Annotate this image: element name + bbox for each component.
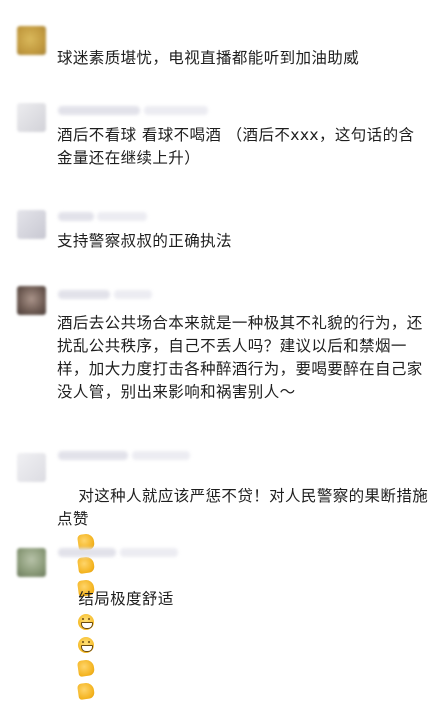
nickname-blurred [114,290,152,299]
nickname-blurred [120,548,178,557]
grinning-face-icon [78,637,95,653]
nickname-blurred [58,548,116,557]
nickname-blurred [58,290,110,299]
avatar[interactable] [17,103,46,132]
nickname-blurred [132,451,190,460]
comment-text: 支持警察叔叔的正确执法 [57,232,232,250]
avatar[interactable] [17,453,46,482]
nickname-blurred [144,106,208,115]
avatar[interactable] [17,548,46,577]
comment-text: 结局极度舒适 [57,565,429,726]
comment-text: 球迷素质堪忧，电视直播都能听到加油助威 [57,49,360,67]
comment-text-content: 对这种人就应该严惩不贷！对人民警察的果断措施点赞 [57,487,429,528]
comment-text-content: 结局极度舒适 [78,590,174,608]
nickname-blurred [58,212,94,221]
avatar[interactable] [17,286,46,315]
nickname-blurred [97,212,147,221]
comment-text: 酒后去公共场合本来就是一种极其不礼貌的行为，还扰乱公共秩序，自己不丢人吗？建议以… [57,314,423,401]
avatar[interactable] [17,26,46,55]
avatar[interactable] [17,210,46,239]
nickname-blurred [58,106,140,115]
nickname-blurred [58,451,128,460]
thumbs-up-icon [77,658,96,678]
grinning-face-icon [78,614,95,630]
thumbs-up-icon [77,681,96,701]
comment-text: 酒后不看球 看球不喝酒 （酒后不xxx，这句话的含金量还在继续上升） [57,126,415,167]
